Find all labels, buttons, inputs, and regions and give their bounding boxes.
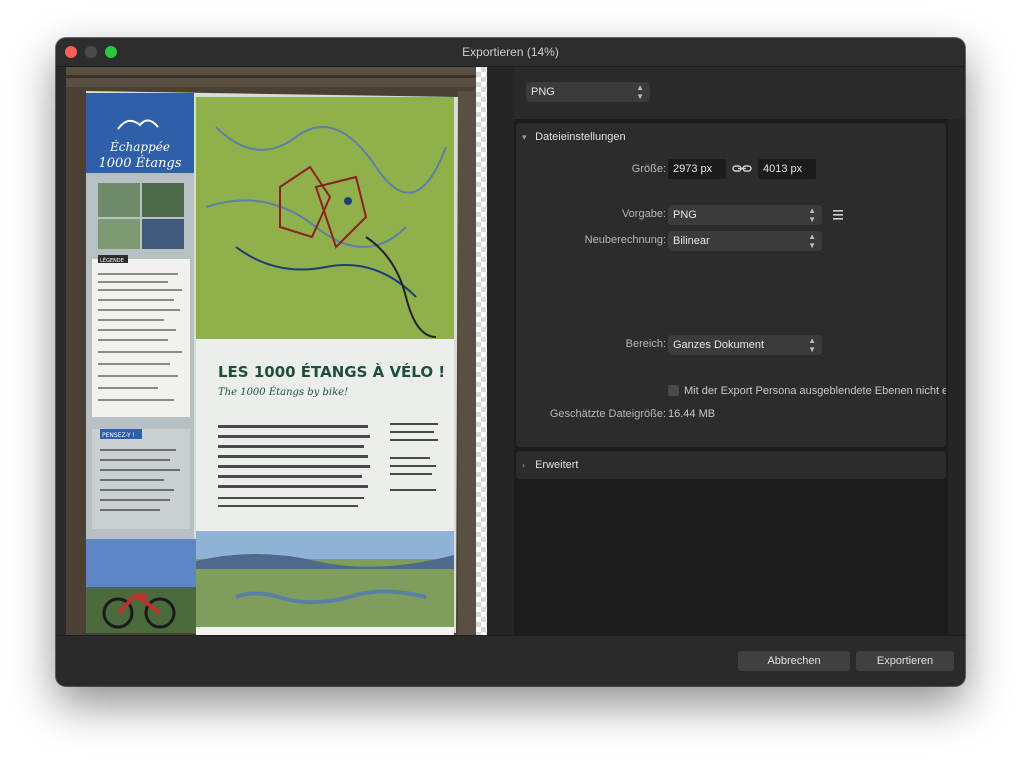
poster-subheadline: The 1000 Étangs by bike! [218,386,348,398]
hidden-layers-checkbox[interactable] [668,385,679,396]
export-dialog: Exportieren (14%) Échappée 1000 Étangs L… [56,38,965,686]
poster-photo: Échappée 1000 Étangs LÉGENDE PENSEZ-Y ! … [66,67,476,635]
advanced-section: › Erweitert [516,451,946,479]
format-select[interactable]: PNG ▲ ▼ [526,82,650,102]
preset-select-value: PNG [673,209,697,221]
area-label: Bereich: [625,338,666,350]
format-bar: PNG ▲ ▼ [514,67,965,120]
legend-title: LÉGENDE [100,256,124,264]
format-select-value: PNG [531,86,555,98]
resample-label: Neuberechnung: [584,234,666,246]
select-arrows-icon: ▲ ▼ [636,83,644,101]
area-select-value: Ganzes Dokument [673,339,765,351]
advanced-title: Erweitert [535,459,579,471]
window-title: Exportieren (14%) [462,45,559,59]
poster-headline: LES 1000 ÉTANGS À VÉLO ! [218,362,445,381]
preset-label: Vorgabe: [621,208,666,220]
chevron-right-icon: › [522,460,525,470]
link-icon[interactable] [732,159,752,179]
width-field[interactable]: 2973 px [668,159,726,179]
title-bar: Exportieren (14%) [56,38,965,67]
size-label: Größe: [631,163,666,175]
area-select[interactable]: Ganzes Dokument ▲ ▼ [668,335,822,355]
chevron-down-icon: ▾ [522,132,527,142]
select-arrows-icon: ▲ ▼ [808,232,816,250]
file-settings-header[interactable]: ▾ Dateieinstellungen [522,129,626,145]
advanced-header[interactable]: › Erweitert [522,457,578,473]
file-settings-section: ▾ Dateieinstellungen Größe: 2973 px 4013… [516,123,946,447]
preset-menu-icon[interactable] [832,208,844,222]
estimate-value: 16.44 MB [668,408,716,420]
resample-select[interactable]: Bilinear ▲ ▼ [668,231,822,251]
dialog-button-bar: Abbrechen Exportieren [56,635,965,686]
pensez-y-label: PENSEZ-Y ! [102,432,135,439]
select-arrows-icon: ▲ ▼ [808,336,816,354]
select-arrows-icon: ▲ ▼ [808,206,816,224]
poster-logo-line1: Échappée [109,139,170,154]
export-preview: Échappée 1000 Étangs LÉGENDE PENSEZ-Y ! … [66,67,487,635]
resample-select-value: Bilinear [673,235,710,247]
hidden-layers-label: Mit der Export Persona ausgeblendete Ebe… [684,385,946,397]
poster-logo-line2: 1000 Étangs [98,155,181,171]
height-field[interactable]: 4013 px [758,159,816,179]
cancel-button[interactable]: Abbrechen [738,651,850,671]
preview-gutter [488,67,515,635]
export-button[interactable]: Exportieren [856,651,954,671]
route-map [196,97,454,339]
panel-scroll-track[interactable] [948,119,965,635]
preset-select[interactable]: PNG ▲ ▼ [668,205,822,225]
file-settings-title: Dateieinstellungen [535,131,626,143]
estimate-label: Geschätzte Dateigröße: [549,408,666,420]
export-settings-panel: PNG ▲ ▼ ▾ Dateieinstellungen Größe: 2973 … [514,67,965,635]
